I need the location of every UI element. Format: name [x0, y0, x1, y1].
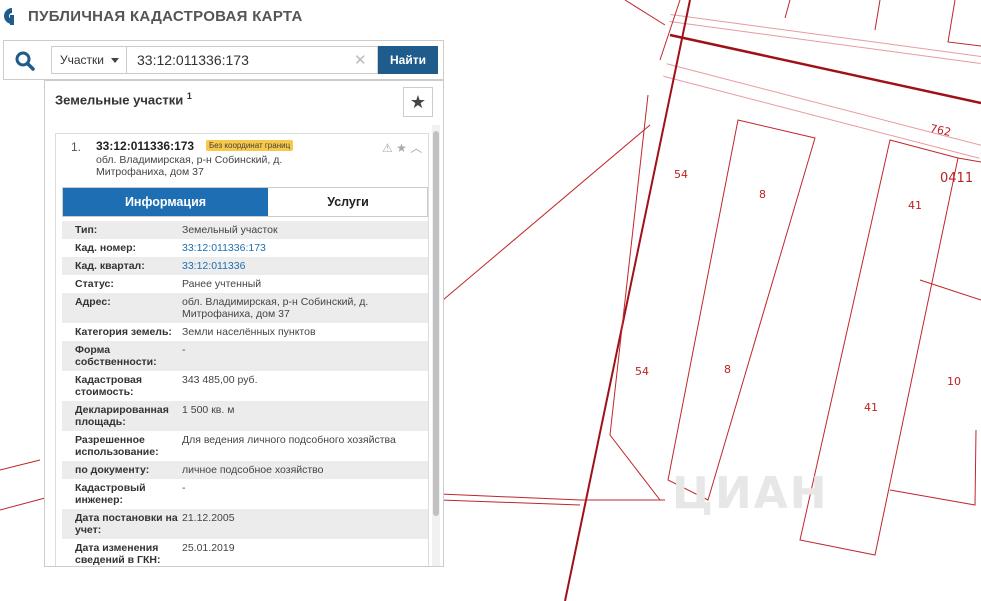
app-title: ПУБЛИЧНАЯ КАДАСТРОВАЯ КАРТА	[28, 7, 303, 25]
map-label-parcel: 8	[759, 188, 766, 201]
chevron-down-icon	[111, 58, 119, 63]
info-key: Тип:	[75, 224, 98, 236]
scrollbar-thumb[interactable]	[433, 131, 439, 516]
info-key: Адрес:	[75, 296, 111, 308]
info-key: Дата изменения сведений в ГКН:	[75, 542, 161, 566]
info-row: Категория земель: Земли населённых пункто…	[62, 323, 428, 341]
info-value-link[interactable]: 33:12:011336	[182, 260, 428, 272]
info-value: Ранее учтенный	[182, 278, 262, 290]
search-bar: Участки ✕ Найти	[3, 40, 444, 80]
favorites-button[interactable]: ★	[403, 87, 433, 117]
star-icon[interactable]: ★	[396, 141, 407, 155]
close-icon[interactable]: ✕	[354, 51, 367, 69]
info-value: -	[182, 482, 186, 494]
tab-services[interactable]: Услуги	[269, 188, 427, 216]
info-row: Декларированная площадь: 1 500 кв. м	[62, 401, 428, 431]
info-value: 343 485,00 руб.	[182, 374, 258, 386]
search-type-select[interactable]: Участки	[51, 46, 127, 74]
find-button[interactable]: Найти	[378, 46, 438, 74]
info-value: 21.12.2005	[182, 512, 235, 524]
star-icon: ★	[409, 92, 427, 112]
info-row: Дата постановки на учет: 21.12.2005	[62, 509, 428, 539]
map-label-parcel: 54	[674, 168, 688, 181]
card-actions: ⚠ ★ ︿	[382, 139, 422, 156]
app-header: ПУБЛИЧНАЯ КАДАСТРОВАЯ КАРТА	[0, 0, 303, 32]
info-value: Земельный участок	[182, 224, 278, 236]
logo-icon	[4, 8, 14, 25]
info-row: Кад. квартал: 33:12:011336	[62, 257, 428, 275]
result-index: 1.	[71, 140, 82, 154]
info-row: Разрешенное использование: Для ведения ли…	[62, 431, 428, 461]
info-row: Тип: Земельный участок	[62, 221, 428, 239]
warning-icon[interactable]: ⚠	[382, 141, 393, 155]
panel-title: Земельные участки 1	[55, 91, 192, 107]
info-key: Форма собственности:	[75, 344, 157, 368]
info-value: 1 500 кв. м	[182, 404, 235, 416]
info-key: Кад. квартал:	[75, 260, 145, 272]
info-value: Земли населённых пунктов	[182, 326, 316, 338]
info-key: Кадастровая стоимость:	[75, 374, 142, 398]
info-row: Кадастровый инженер: -	[62, 479, 428, 509]
info-value: -	[182, 344, 186, 356]
map-label-parcel: 10	[947, 375, 961, 388]
map-label-parcel: 41	[864, 401, 878, 414]
info-value: Для ведения личного подсобного хозяйства	[182, 434, 396, 446]
info-value-link[interactable]: 33:12:011336:173	[182, 242, 428, 254]
info-row: Кадастровая стоимость: 343 485,00 руб.	[62, 371, 428, 401]
info-key: Дата постановки на учет:	[75, 512, 178, 536]
info-table: Тип: Земельный участок Кад. номер: 33:12:0…	[62, 221, 428, 566]
result-card[interactable]: 1. 33:12:011336:173 Без координат границ…	[55, 133, 429, 566]
map-label-quarter: 0411	[940, 171, 974, 186]
tab-info[interactable]: Информация	[63, 188, 268, 216]
info-row: Кад. номер: 33:12:011336:173	[62, 239, 428, 257]
info-row: Дата изменения сведений в ГКН: 25.01.2019	[62, 539, 428, 566]
watermark: ЦИАН	[672, 468, 829, 519]
map-label-parcel: 41	[908, 199, 922, 212]
status-badge: Без координат границ	[206, 140, 294, 151]
search-icon[interactable]	[14, 50, 36, 72]
info-value: 25.01.2019	[182, 542, 235, 554]
info-row: Форма собственности: -	[62, 341, 428, 371]
map-label-parcel: 8	[724, 363, 731, 376]
results-count: 1	[186, 91, 192, 101]
info-key: по документу:	[75, 464, 150, 476]
panel-title-label: Земельные участки	[55, 92, 184, 108]
results-panel: Земельные участки 1 ★ 1. 33:12:011336:17…	[44, 80, 444, 567]
search-input[interactable]	[126, 46, 378, 74]
map-label-parcel: 54	[635, 365, 649, 378]
result-cad-number[interactable]: 33:12:011336:173	[96, 139, 194, 153]
search-type-value: Участки	[60, 53, 104, 67]
info-value: обл. Владимирская, р-н Собинский, д. Мит…	[182, 296, 369, 320]
info-key: Кад. номер:	[75, 242, 137, 254]
info-key: Разрешенное использование:	[75, 434, 159, 458]
chevron-up-icon[interactable]: ︿	[410, 141, 422, 155]
info-row: Адрес: обл. Владимирская, р-н Собинский, …	[62, 293, 428, 323]
info-key: Категория земель:	[75, 326, 172, 338]
info-key: Кадастровый инженер:	[75, 482, 146, 506]
result-address: обл. Владимирская, р-н Собинский, д. Мит…	[96, 154, 283, 178]
info-key: Статус:	[75, 278, 114, 290]
info-key: Декларированная площадь:	[75, 404, 169, 428]
info-value: личное подсобное хозяйство	[182, 464, 324, 476]
card-tabs: Информация Услуги	[62, 187, 428, 217]
info-row: по документу: личное подсобное хозяйство	[62, 461, 428, 479]
info-row: Статус: Ранее учтенный	[62, 275, 428, 293]
